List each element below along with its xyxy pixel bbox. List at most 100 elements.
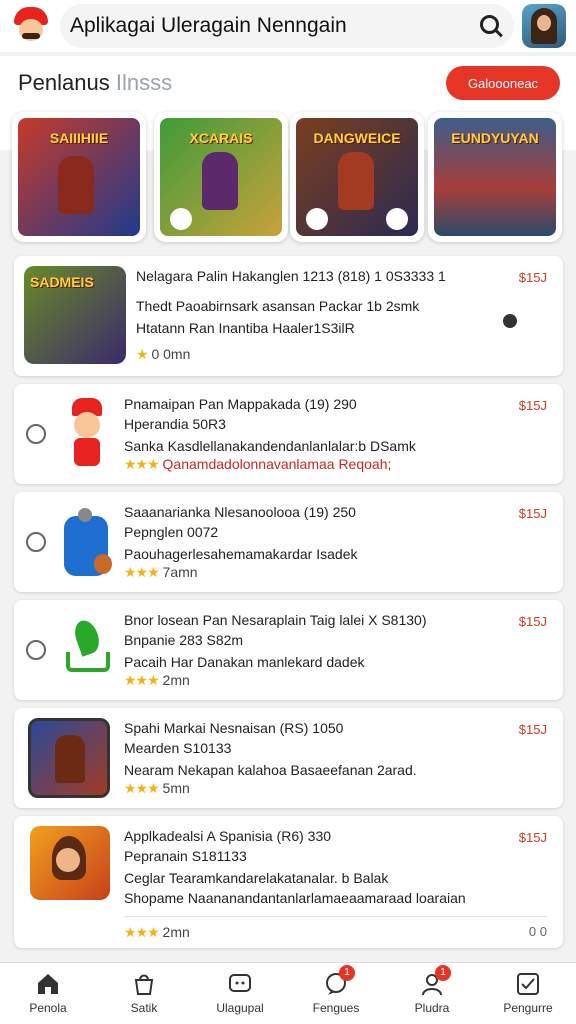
app-thumbnail: SADMEIS (24, 266, 126, 364)
section-title-text: Penlanus (18, 70, 110, 95)
select-radio[interactable] (26, 640, 46, 660)
nav-messages[interactable]: 1 Fengues (288, 963, 384, 1024)
app-rating: ★★★ 2mn (124, 924, 190, 941)
search-input[interactable]: Aplikagai Uleragain Nenngain (70, 14, 478, 38)
app-description: Htatann Ran Inantiba Haaler1S3ilR (136, 320, 355, 336)
bag-icon (131, 971, 157, 997)
download-count: 0 0 (528, 924, 547, 939)
app-rating: ★★★ 2mn (124, 672, 190, 689)
app-subtitle: Mearden S10133 (124, 740, 232, 756)
featured-thumbnail: EUNDYUYAN (434, 118, 556, 236)
list-item[interactable]: Saaanarianka Nlesanoolooa (19) 250 Pepng… (14, 492, 563, 592)
featured-thumbnail: DANGWEICE (296, 118, 418, 236)
app-rating: ★★★ 7amn (124, 564, 198, 581)
app-subtitle: Pepnglen 0072 (124, 524, 219, 540)
star-icon: ★★★ (124, 456, 160, 472)
nav-label: Penola (29, 1001, 67, 1015)
price-label: $15J (518, 614, 547, 629)
rating-text: 0 0mn (151, 346, 191, 362)
app-subtitle: Hperandia 50R3 (124, 416, 226, 432)
price-label: $15J (518, 270, 547, 285)
featured-thumbnail: XCARAIS (160, 118, 282, 236)
app-rating: ★★★ 5mn (124, 780, 190, 797)
app-thumbnail (60, 616, 114, 680)
star-icon: ★★★ (124, 924, 160, 940)
star-icon: ★★★ (124, 564, 160, 580)
featured-title: XCARAIS (189, 130, 253, 146)
app-title: Pnamaipan Pan Mappakada (19) 290 (124, 396, 357, 412)
nav-store[interactable]: Satik (96, 963, 192, 1024)
thumb-title: SADMEIS (30, 274, 94, 290)
featured-thumbnail: SAIIIHIIE (18, 118, 140, 236)
price-label: $15J (518, 506, 547, 521)
app-thumbnail (60, 394, 116, 472)
featured-card[interactable]: SAIIIHIIE (12, 112, 146, 242)
app-description: Sanka Kasdlellanakandendanlanlalar:b DSa… (124, 438, 416, 454)
mascot-logo-icon[interactable] (10, 5, 52, 47)
see-all-button[interactable]: Galoooneac (446, 66, 560, 100)
top-bar: Aplikagai Uleragain Nenngain (0, 0, 576, 52)
featured-card[interactable]: DANGWEICE (290, 112, 424, 242)
section-title: Penlanus Ilnsss (18, 70, 172, 96)
list-item[interactable]: Applkadealsi A Spanisia (R6) 330 Peprana… (14, 816, 563, 948)
profile-icon: 1 (419, 965, 451, 997)
chat-icon (227, 971, 253, 997)
search-bar[interactable]: Aplikagai Uleragain Nenngain (60, 4, 514, 48)
list-item[interactable]: Spahi Markai Nesnaisan (RS) 1050 Mearden… (14, 708, 563, 808)
app-description-secondary: Shopame Naananandantanlarlamaeaamaraad l… (124, 890, 466, 906)
app-title: Saaanarianka Nlesanoolooa (19) 250 (124, 504, 356, 520)
select-radio[interactable] (26, 424, 46, 444)
search-icon[interactable] (478, 13, 504, 39)
star-icon: ★★★ (124, 780, 160, 796)
app-thumbnail (62, 506, 112, 580)
message-icon: 1 (323, 965, 355, 997)
app-title: Nelagara Palin Hakanglen 1213 (818) 1 0S… (136, 268, 446, 284)
nav-label: Pludra (414, 1001, 450, 1015)
rating-text: 7amn (162, 564, 198, 580)
rating-text: Qanamdadolonnavanlamaa Reqoah; (162, 456, 392, 472)
nav-home[interactable]: Penola (0, 963, 96, 1024)
nav-label: Pengurre (503, 1001, 553, 1015)
nav-profile[interactable]: 1 Pludra (384, 963, 480, 1024)
app-rating: ★ 0 0mn (136, 346, 190, 363)
nav-settings[interactable]: Pengurre (480, 963, 576, 1024)
notification-badge: 1 (435, 965, 451, 981)
app-description: Ceglar Tearamkandarelakatanalar. b Balak (124, 870, 389, 886)
nav-chat[interactable]: Ulagupal (192, 963, 288, 1024)
bottom-navigation: Penola Satik Ulagupal 1 Fengues 1 Pludra… (0, 962, 576, 1024)
app-subtitle: Thedt Paoabirnsark asansan Packar 1b 2sm… (136, 298, 420, 314)
home-icon (35, 971, 61, 997)
check-box-icon (515, 971, 541, 997)
app-title: Bnor losean Pan Nesaraplain Taig lalei X… (124, 612, 427, 628)
price-label: $15J (518, 722, 547, 737)
featured-title: EUNDYUYAN (451, 130, 539, 146)
app-thumbnail (30, 826, 110, 900)
nav-label: Fengues (312, 1001, 360, 1015)
app-subtitle: Bnpanie 283 S82m (124, 632, 244, 648)
app-title: Applkadealsi A Spanisia (R6) 330 (124, 828, 332, 844)
select-radio[interactable] (26, 532, 46, 552)
app-description: Nearam Nekapan kalahoa Basaeefanan 2arad… (124, 762, 417, 778)
nav-label: Satik (130, 1001, 158, 1015)
featured-title: DANGWEICE (313, 130, 401, 146)
price-label: $15J (518, 398, 547, 413)
notification-badge: 1 (339, 965, 355, 981)
featured-carousel: SAIIIHIIE XCARAIS DANGWEICE EUNDYUYAN (0, 112, 576, 248)
list-item[interactable]: Pnamaipan Pan Mappakada (19) 290 Hperand… (14, 384, 563, 484)
app-title: Spahi Markai Nesnaisan (RS) 1050 (124, 720, 344, 736)
list-item[interactable]: Bnor losean Pan Nesaraplain Taig lalei X… (14, 600, 563, 700)
nav-label: Ulagupal (216, 1001, 264, 1015)
price-label: $15J (518, 830, 547, 845)
app-list: SADMEIS Nelagara Palin Hakanglen 1213 (8… (0, 250, 576, 960)
section-subtitle: Ilnsss (115, 70, 173, 95)
user-avatar[interactable] (522, 4, 566, 48)
featured-card[interactable]: EUNDYUYAN (428, 112, 562, 242)
list-item[interactable]: SADMEIS Nelagara Palin Hakanglen 1213 (8… (14, 256, 563, 376)
divider (124, 916, 547, 917)
app-rating: ★★★ Qanamdadolonnavanlamaa Reqoah; (124, 456, 391, 473)
more-options-icon[interactable] (503, 314, 517, 328)
rating-text: 5mn (162, 780, 190, 796)
rating-text: 2mn (162, 924, 190, 940)
star-icon: ★ (136, 346, 149, 362)
featured-card[interactable]: XCARAIS (154, 112, 288, 242)
